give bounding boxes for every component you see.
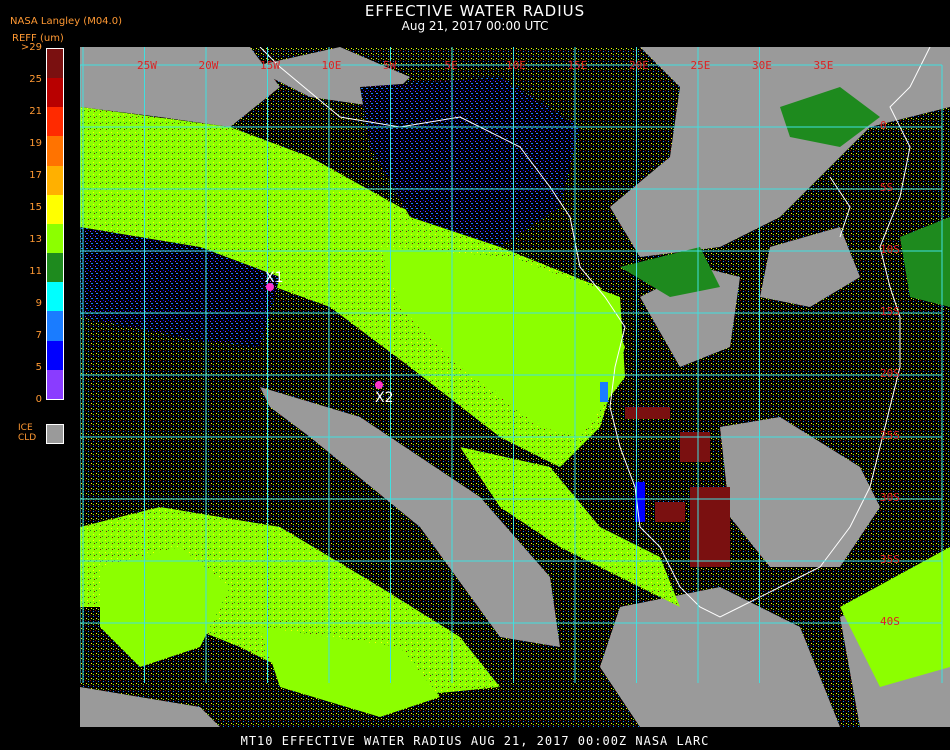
ice-label-line2: CLD — [18, 433, 37, 443]
colorbar-segment — [47, 194, 63, 224]
colorbar-tick-label: 19 — [29, 138, 42, 149]
longitude-label: 10E — [322, 59, 342, 72]
latitude-label: 0 — [880, 119, 887, 132]
colorbar-tick-label: 15 — [29, 202, 42, 213]
colorbar-tick-label: 7 — [35, 330, 42, 341]
longitude-label: 30E — [752, 59, 772, 72]
colorbar-tick-label: 25 — [29, 74, 42, 85]
latitude-label: 40S — [880, 615, 900, 628]
longitude-label: 25E — [691, 59, 711, 72]
colorbar-segment — [47, 78, 63, 108]
colorbar-segment — [47, 369, 63, 399]
latitude-label: 15S — [880, 305, 900, 318]
organization-label: NASA Langley (M04.0) — [10, 16, 122, 27]
colorbar-segment — [47, 282, 63, 312]
footer-caption: MT10 EFFECTIVE WATER RADIUS AUG 21, 2017… — [240, 734, 710, 748]
longitude-label: 20W — [199, 59, 219, 72]
longitude-label: 20E — [629, 59, 649, 72]
longitude-label: 15E — [568, 59, 588, 72]
marker-x2-dot — [375, 381, 383, 389]
colorbar-segment — [47, 253, 63, 283]
ice-cloud-label: ICE CLD — [18, 423, 36, 443]
colorbar-segment — [47, 165, 63, 195]
latitude-label: 20S — [880, 367, 900, 380]
marker-x1-label: X1 — [265, 270, 284, 286]
latitude-label: 25S — [880, 429, 900, 442]
latitude-label: 30S — [880, 491, 900, 504]
map-svg: 25W 20W 15W 10E 5W 5E 10E 15E 20E 25E 30E 35E 0 5S 10S… — [80, 47, 950, 727]
colorbar-tick-label: 0 — [35, 394, 42, 405]
colorbar-segment — [47, 311, 63, 341]
latitude-label: 10S — [880, 243, 900, 256]
colorbar — [46, 48, 64, 400]
colorbar-tick-label: >29 — [20, 42, 42, 53]
colorbar-tick-label: 5 — [35, 362, 42, 373]
colorbar-segment — [47, 107, 63, 137]
colorbar-tick-label: 17 — [29, 170, 42, 181]
colorbar-tick-label: 13 — [29, 234, 42, 245]
longitude-label: 15W — [260, 59, 280, 72]
ice-cloud-swatch — [46, 424, 64, 444]
colorbar-segment — [47, 340, 63, 370]
satellite-map[interactable]: 25W 20W 15W 10E 5W 5E 10E 15E 20E 25E 30E 35E 0 5S 10S… — [80, 47, 950, 727]
latitude-label: 35S — [880, 553, 900, 566]
colorbar-tick-label: 11 — [29, 266, 42, 277]
longitude-label: 25W — [137, 59, 157, 72]
longitude-label: 5W — [383, 59, 397, 72]
colorbar-segment — [47, 49, 63, 79]
colorbar-tick-label: 9 — [35, 298, 42, 309]
colorbar-segment — [47, 223, 63, 254]
latitude-label: 5S — [880, 181, 893, 194]
marker-x2-label: X2 — [375, 390, 394, 406]
colorbar-segment — [47, 136, 63, 166]
ice-label-line1: ICE — [18, 423, 33, 433]
page-title: EFFECTIVE WATER RADIUS — [364, 2, 586, 20]
longitude-label: 10E — [506, 59, 526, 72]
colorbar-tick-label: 21 — [29, 106, 42, 117]
page-subtitle: Aug 21, 2017 00:00 UTC — [401, 19, 549, 33]
longitude-label: 5E — [445, 59, 458, 72]
longitude-label: 35E — [814, 59, 834, 72]
